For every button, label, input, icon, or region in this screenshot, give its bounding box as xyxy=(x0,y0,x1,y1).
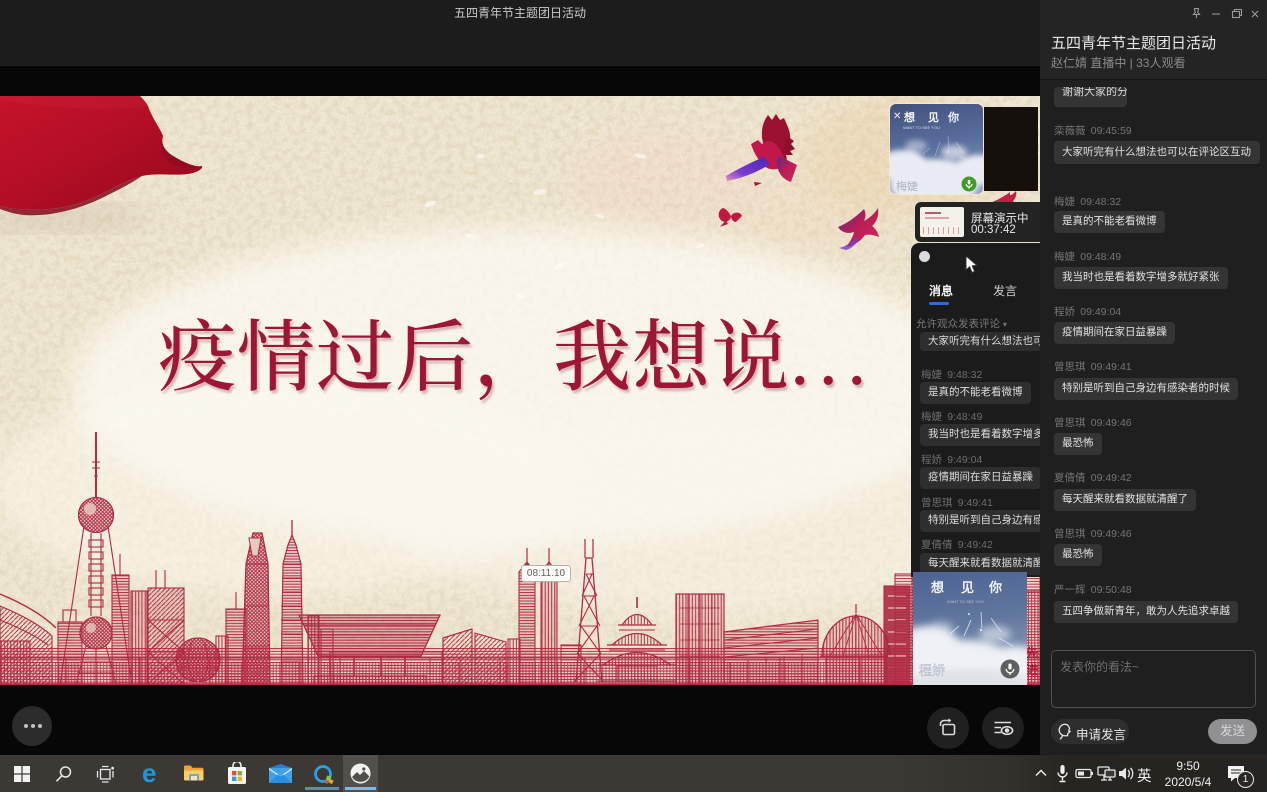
svg-text:想: 想 xyxy=(903,110,915,124)
svg-text:WANT TO SEE YOU: WANT TO SEE YOU xyxy=(947,599,984,604)
svg-text:见: 见 xyxy=(961,580,974,595)
svg-text:想: 想 xyxy=(931,580,944,595)
svg-text:程娇: 程娇 xyxy=(919,663,945,678)
svg-text:见: 见 xyxy=(928,111,939,124)
svg-text:你: 你 xyxy=(988,580,1002,595)
svg-text:梅婕: 梅婕 xyxy=(896,179,918,193)
svg-text:WANT TO SEE YOU: WANT TO SEE YOU xyxy=(903,125,940,130)
svg-text:✕: ✕ xyxy=(893,111,901,122)
svg-text:你: 你 xyxy=(947,110,959,124)
